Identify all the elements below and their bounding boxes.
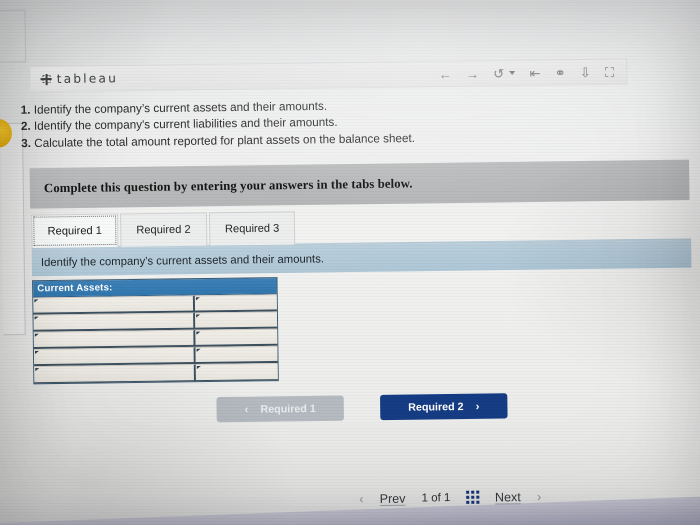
share-icon[interactable]: ⚭ [555, 65, 566, 80]
requirement-number: 1. [20, 103, 31, 117]
table-row [34, 362, 278, 384]
tab-required-1[interactable]: Required 1 [31, 213, 119, 248]
asset-label-input[interactable] [34, 364, 197, 384]
prev-button[interactable]: Prev [380, 491, 406, 505]
download-icon[interactable]: ⇩ [580, 64, 591, 79]
tab-required-2[interactable]: Required 2 [119, 212, 208, 247]
question-pager: ‹ Prev 1 of 1 Next › [359, 489, 541, 507]
chevron-left-icon[interactable]: ‹ [359, 491, 364, 506]
requirement-text: Identify the company's current liabiliti… [33, 116, 338, 134]
revert-icon[interactable]: ↺ [493, 66, 504, 81]
chevron-left-icon: ‹ [244, 403, 249, 416]
next-required-button[interactable]: Required 2 › [380, 393, 508, 421]
background-bottom-band [0, 494, 700, 525]
previous-required-label: Required 1 [260, 402, 316, 416]
tableau-logo-icon [40, 73, 51, 84]
requirement-text: Identify the company’s current assets an… [33, 99, 328, 117]
requirement-text: Calculate the total amount reported for … [34, 131, 416, 150]
next-button[interactable]: Next [495, 490, 521, 504]
asset-label-input[interactable] [33, 312, 196, 332]
asset-amount-input[interactable] [195, 362, 278, 382]
background-window-edge-top [0, 9, 27, 63]
tableau-brand-label: tableau [56, 71, 119, 87]
tab-required-3[interactable]: Required 3 [208, 211, 296, 246]
complete-question-banner: Complete this question by entering your … [29, 159, 690, 209]
back-arrow-icon[interactable]: ← [439, 66, 452, 81]
requirements-list: 1. Identify the company’s current assets… [21, 96, 496, 152]
chevron-right-icon: › [475, 400, 480, 413]
screen-content: tableau ← → ↺ ⇤ ⚭ ⇩ ⛶ 1. Identify the co… [0, 0, 700, 525]
tab-label: Required 1 [47, 224, 103, 238]
background-window-edge [0, 122, 26, 336]
next-required-label: Required 2 [408, 400, 464, 414]
tableau-toolbar-actions: ← → ↺ ⇤ ⚭ ⇩ ⛶ [439, 64, 627, 81]
tab-instruction-label: Identify the company’s current assets an… [40, 252, 325, 269]
asset-amount-input[interactable] [195, 311, 278, 330]
required-navigation: ‹ Required 1 Required 2 › [216, 393, 508, 423]
requirement-number: 3. [21, 136, 32, 150]
asset-amount-input[interactable] [194, 294, 277, 313]
asset-amount-input[interactable] [195, 328, 278, 347]
asset-label-input[interactable] [33, 329, 196, 349]
requirement-number: 2. [20, 120, 31, 134]
tableau-brand: tableau [30, 71, 118, 86]
tab-label: Required 2 [136, 223, 191, 237]
required-tab-bar: Required 1 Required 2 Required 3 [31, 211, 298, 248]
chevron-right-icon[interactable]: › [537, 489, 542, 504]
forward-arrow-icon[interactable]: → [466, 66, 479, 81]
photograph-of-screen: tableau ← → ↺ ⇤ ⚭ ⇩ ⛶ 1. Identify the co… [0, 0, 700, 525]
page-count-label: 1 of 1 [421, 491, 451, 504]
asset-amount-input[interactable] [195, 345, 278, 365]
revert-dropdown-caret-icon[interactable] [509, 70, 516, 76]
tableau-toolbar: tableau ← → ↺ ⇤ ⚭ ⇩ ⛶ [29, 58, 628, 93]
current-assets-answer-table: Current Assets: [32, 277, 279, 385]
previous-required-button[interactable]: ‹ Required 1 [216, 395, 344, 423]
asset-label-input[interactable] [33, 295, 196, 315]
banner-label: Complete this question by entering your … [43, 175, 413, 195]
tab-label: Required 3 [224, 222, 280, 236]
reset-icon[interactable]: ⇤ [529, 65, 540, 80]
grid-view-icon[interactable] [466, 491, 479, 504]
fullscreen-icon[interactable]: ⛶ [605, 64, 614, 79]
asset-label-input[interactable] [33, 346, 196, 367]
